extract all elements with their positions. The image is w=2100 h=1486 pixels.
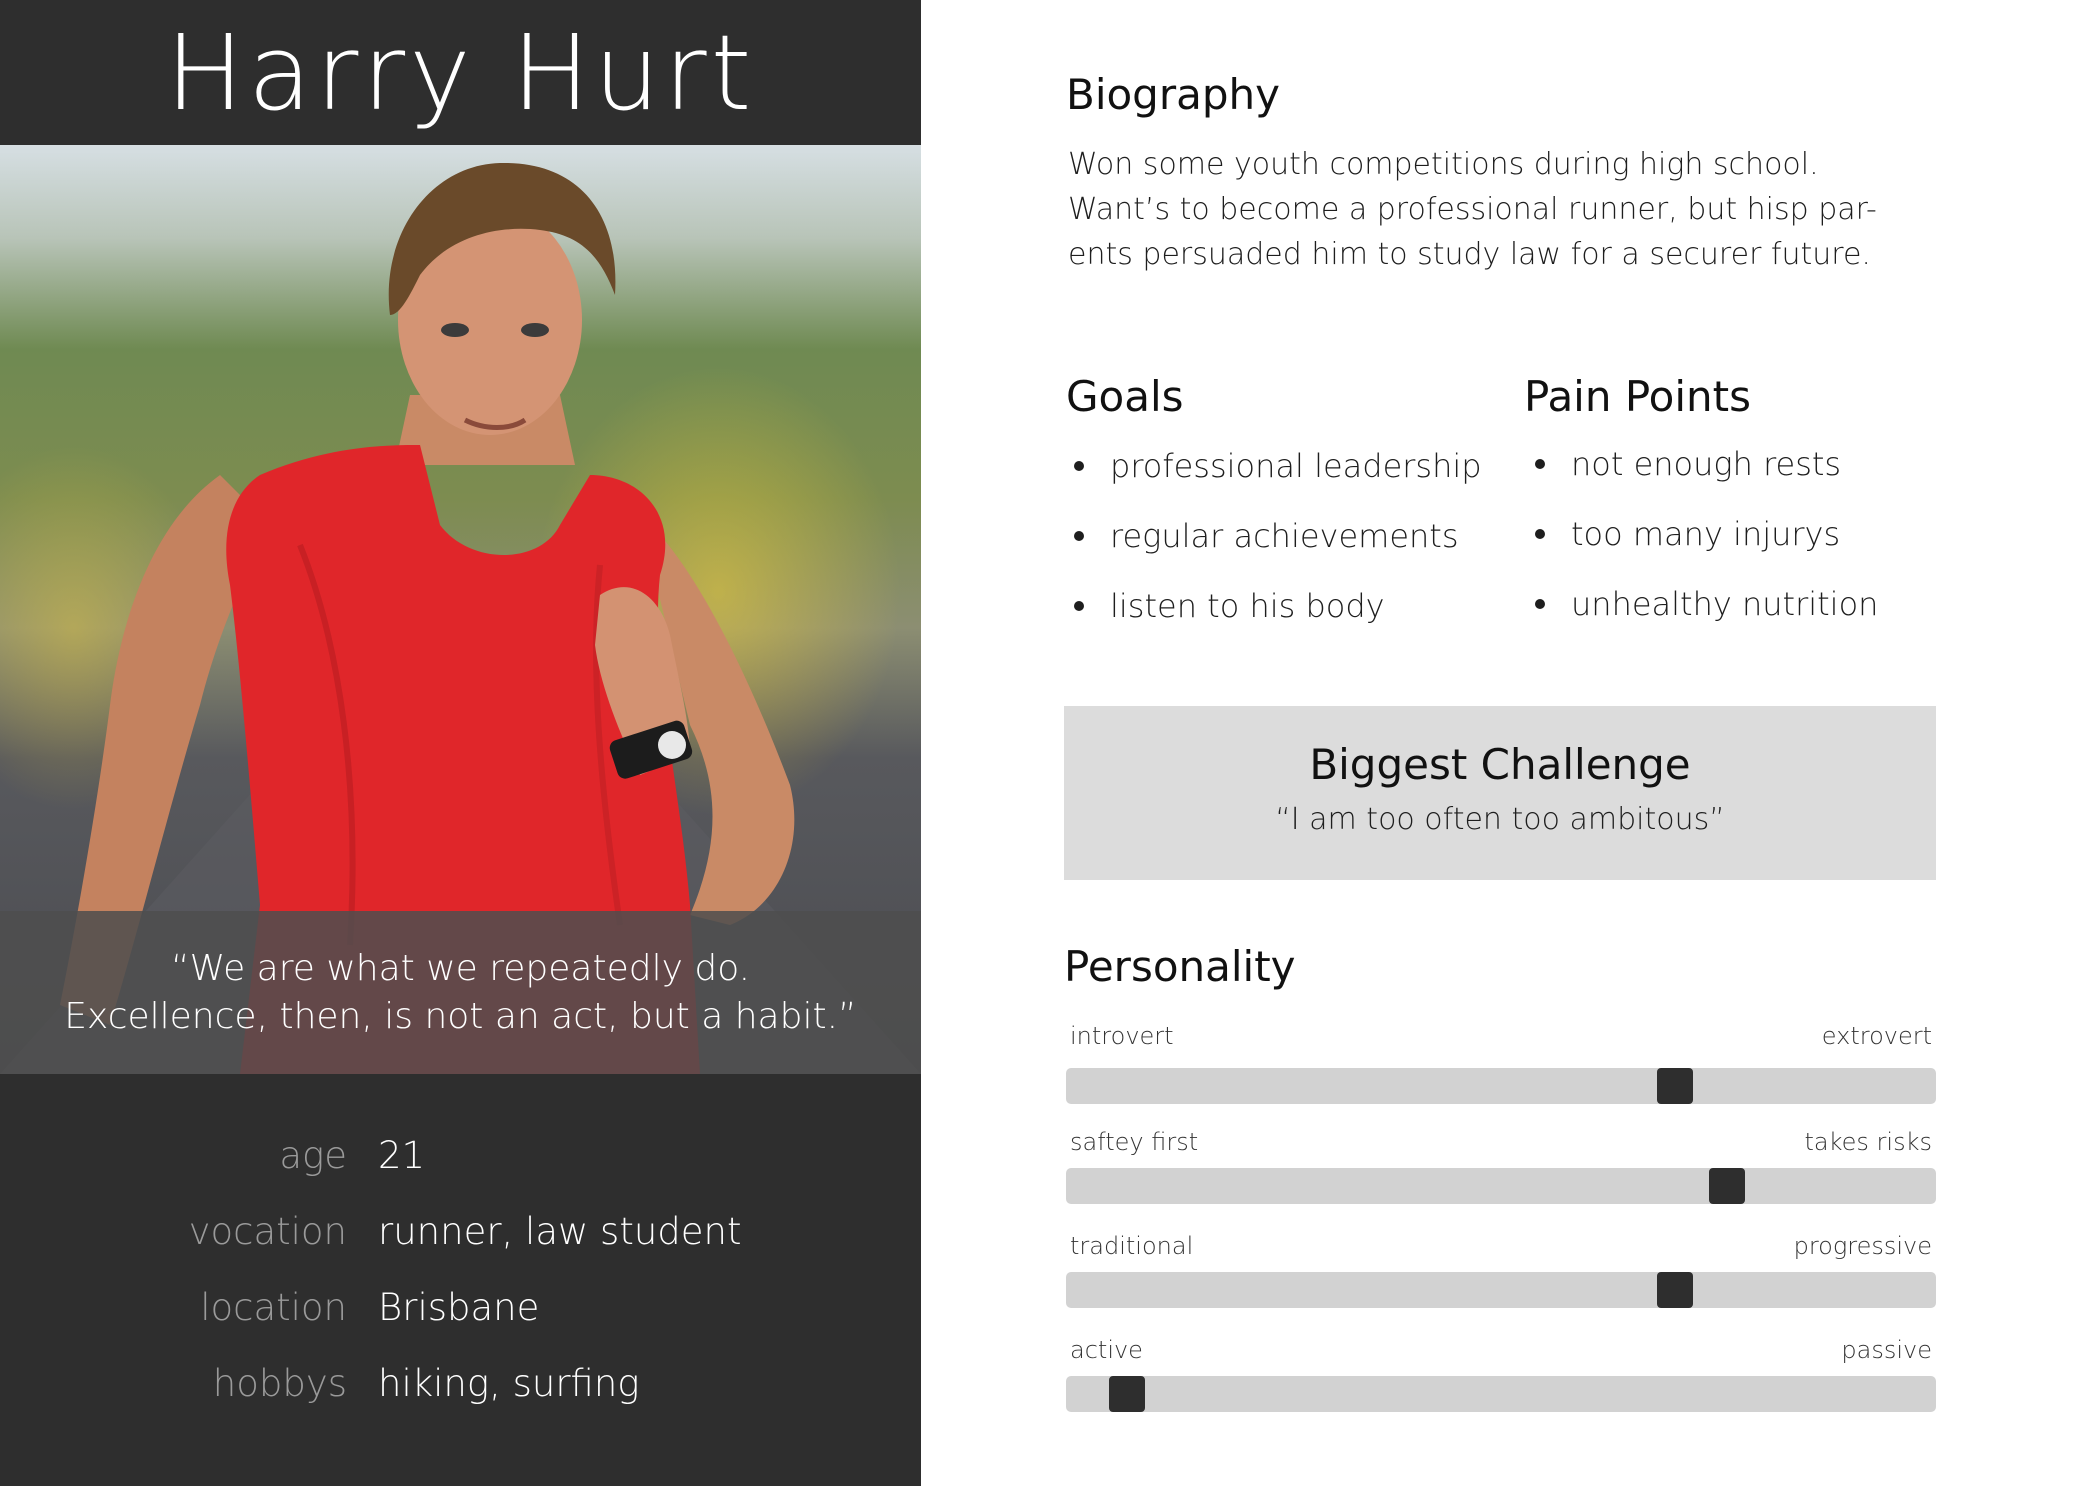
biography-line: ents persuaded him to study law for a se… bbox=[1068, 237, 1871, 272]
slider-thumb[interactable] bbox=[1657, 1068, 1693, 1104]
personality-slider-safety-risks[interactable] bbox=[1066, 1168, 1936, 1204]
fact-value: Brisbane bbox=[378, 1286, 540, 1329]
bullet-icon bbox=[1074, 531, 1084, 541]
pain-points-list: not enough rests too many injurys unheal… bbox=[1527, 442, 1878, 652]
personality-heading: Personality bbox=[1064, 942, 1296, 991]
fact-label: age bbox=[279, 1134, 347, 1177]
biography-heading: Biography bbox=[1066, 70, 1280, 119]
persona-name: Harry Hurt bbox=[165, 11, 756, 134]
goals-list: professional leadership regular achievem… bbox=[1066, 444, 1482, 654]
list-item: regular achievements bbox=[1066, 514, 1482, 584]
slider-right-label: extrovert bbox=[1821, 1022, 1932, 1050]
list-item: unhealthy nutrition bbox=[1527, 582, 1878, 652]
fact-row-location: location Brisbane bbox=[0, 1276, 921, 1352]
challenge-title: Biggest Challenge bbox=[1309, 740, 1691, 789]
slider-left-label: active bbox=[1070, 1336, 1143, 1364]
persona-quote: “We are what we repeatedly do. Excellenc… bbox=[0, 911, 921, 1074]
biography-text: Won some youth competitions during high … bbox=[1068, 142, 1948, 277]
fact-value: hiking, surfing bbox=[378, 1362, 640, 1405]
biography-line: Won some youth competitions during high … bbox=[1068, 147, 1819, 182]
slider-left-label: introvert bbox=[1070, 1022, 1174, 1050]
slider-right-label: progressive bbox=[1793, 1232, 1932, 1260]
personality-slider-traditional-progressive[interactable] bbox=[1066, 1272, 1936, 1308]
persona-panel: Harry Hurt “We are what we repeatedly do… bbox=[0, 0, 921, 1486]
list-item: listen to his body bbox=[1066, 584, 1482, 654]
pain-points-heading: Pain Points bbox=[1524, 372, 1751, 421]
personality-slider-active-passive[interactable] bbox=[1066, 1376, 1936, 1412]
bullet-icon bbox=[1535, 529, 1545, 539]
name-header: Harry Hurt bbox=[0, 0, 921, 145]
list-item: too many injurys bbox=[1527, 512, 1878, 582]
fact-value: 21 bbox=[378, 1134, 426, 1177]
fact-row-vocation: vocation runner, law student bbox=[0, 1200, 921, 1276]
bullet-icon bbox=[1074, 601, 1084, 611]
slider-right-label: takes risks bbox=[1804, 1128, 1933, 1156]
bullet-icon bbox=[1535, 599, 1545, 609]
list-item: not enough rests bbox=[1527, 442, 1878, 512]
bullet-icon bbox=[1535, 459, 1545, 469]
quote-line-1: “We are what we repeatedly do. bbox=[170, 947, 751, 989]
biggest-challenge-box: Biggest Challenge “I am too often too am… bbox=[1064, 706, 1936, 880]
slider-thumb[interactable] bbox=[1657, 1272, 1693, 1308]
slider-right-label: passive bbox=[1841, 1336, 1932, 1364]
fact-label: location bbox=[200, 1286, 347, 1329]
goals-heading: Goals bbox=[1066, 372, 1184, 421]
fact-label: hobbys bbox=[212, 1362, 347, 1405]
challenge-quote: “I am too often too ambitous” bbox=[1275, 802, 1725, 837]
fact-label: vocation bbox=[188, 1210, 347, 1253]
slider-thumb[interactable] bbox=[1709, 1168, 1746, 1204]
slider-left-label: traditional bbox=[1070, 1232, 1194, 1260]
list-item: professional leadership bbox=[1066, 444, 1482, 514]
slider-thumb[interactable] bbox=[1108, 1376, 1145, 1412]
persona-facts: age 21 vocation runner, law student loca… bbox=[0, 1124, 921, 1428]
quote-line-2: Excellence, then, is not an act, but a h… bbox=[64, 995, 857, 1037]
fact-row-hobbys: hobbys hiking, surfing bbox=[0, 1352, 921, 1428]
bullet-icon bbox=[1074, 461, 1084, 471]
personality-slider-introvert-extrovert[interactable] bbox=[1066, 1068, 1936, 1104]
biography-line: Want’s to become a professional runner, … bbox=[1068, 192, 1877, 227]
fact-value: runner, law student bbox=[378, 1210, 742, 1253]
fact-row-age: age 21 bbox=[0, 1124, 921, 1200]
slider-left-label: saftey first bbox=[1070, 1128, 1199, 1156]
